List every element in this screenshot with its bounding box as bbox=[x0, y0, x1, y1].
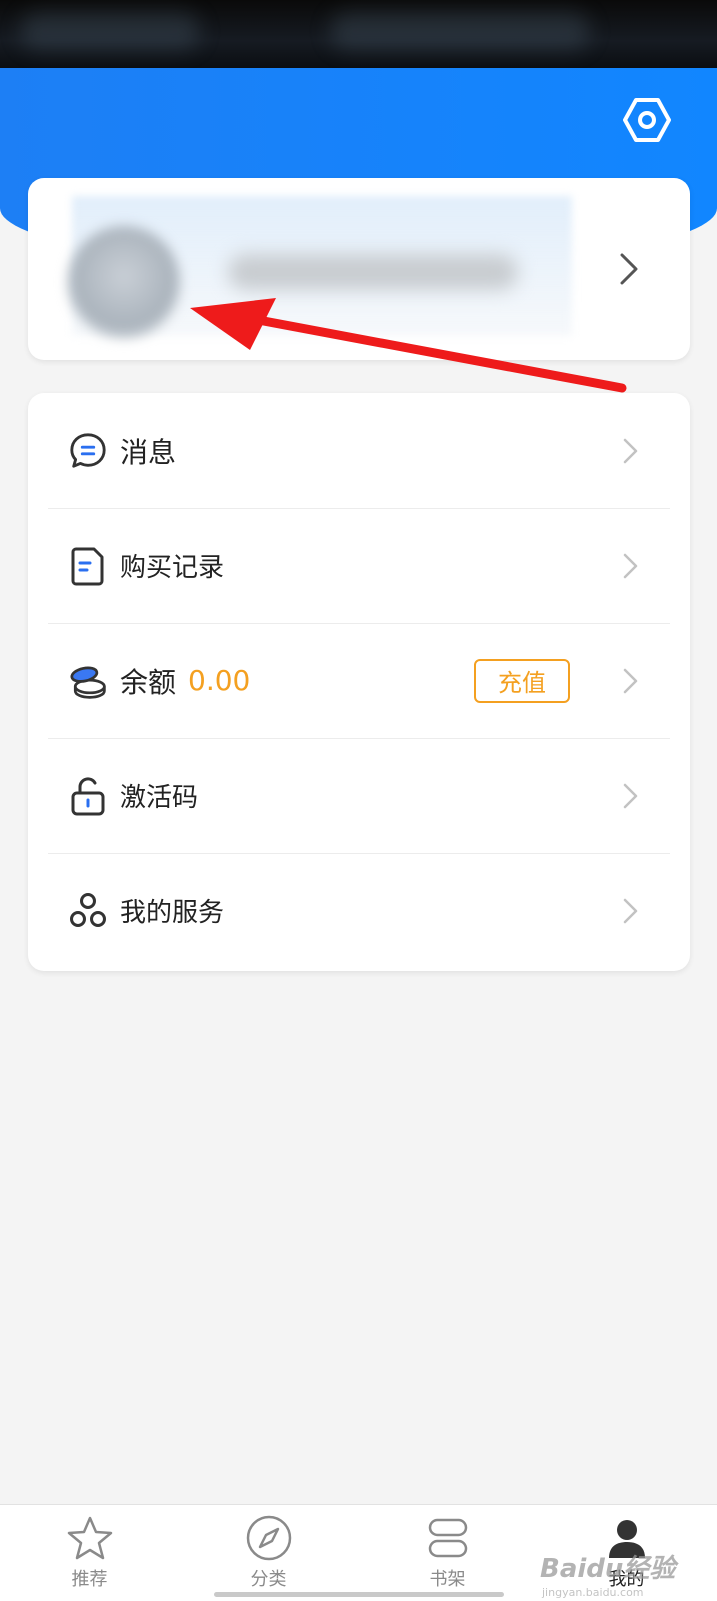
chevron-right-icon bbox=[614, 244, 644, 294]
receipt-icon bbox=[68, 546, 108, 586]
tab-mine[interactable]: 我的 bbox=[537, 1505, 716, 1601]
settings-button[interactable] bbox=[621, 94, 673, 146]
chevron-right-icon bbox=[623, 898, 638, 923]
chevron-right-icon bbox=[623, 438, 638, 463]
blurred-username bbox=[228, 254, 518, 290]
recharge-button[interactable]: 充值 bbox=[474, 658, 570, 703]
menu-item-label: 激活码 bbox=[120, 783, 199, 813]
star-icon bbox=[65, 1513, 115, 1563]
tab-bookshelf[interactable]: 书架 bbox=[358, 1505, 537, 1601]
menu-item-messages[interactable]: 消息 bbox=[48, 393, 670, 509]
menu-item-my-services[interactable]: 我的服务 bbox=[48, 853, 670, 968]
menu-item-label: 消息 bbox=[120, 435, 177, 469]
tab-recommend[interactable]: 推荐 bbox=[0, 1505, 179, 1601]
chevron-right-icon bbox=[623, 783, 638, 808]
menu-card: 消息 购买记录 余额 0.00 充值 激活码 我的服务 bbox=[28, 393, 690, 971]
menu-item-activation-code[interactable]: 激活码 bbox=[48, 738, 670, 854]
chat-bubble-icon bbox=[68, 431, 108, 471]
user-icon bbox=[602, 1513, 652, 1563]
menu-item-label: 我的服务 bbox=[120, 898, 225, 928]
coins-icon bbox=[68, 661, 108, 701]
unlock-icon bbox=[68, 776, 108, 816]
avatar bbox=[68, 226, 180, 338]
tab-label: 推荐 bbox=[71, 1569, 108, 1590]
home-indicator bbox=[214, 1592, 504, 1597]
tab-label: 书架 bbox=[429, 1569, 466, 1590]
balance-value: 0.00 bbox=[188, 664, 251, 697]
tab-label: 我的 bbox=[608, 1569, 645, 1590]
tab-label: 分类 bbox=[250, 1569, 287, 1590]
hexagon-cluster-icon bbox=[68, 891, 108, 931]
bottom-tab-bar: 推荐 分类 书架 我的 bbox=[0, 1504, 717, 1601]
menu-item-label: 购买记录 bbox=[120, 553, 225, 583]
compass-icon bbox=[244, 1513, 294, 1563]
annotation-arrow bbox=[190, 298, 627, 393]
chevron-right-icon bbox=[623, 553, 638, 578]
menu-item-label: 余额 bbox=[120, 665, 177, 699]
chevron-right-icon bbox=[623, 668, 638, 693]
tab-category[interactable]: 分类 bbox=[179, 1505, 358, 1601]
bookshelf-icon bbox=[423, 1513, 473, 1563]
menu-item-balance[interactable]: 余额 0.00 充值 bbox=[48, 623, 670, 739]
hexagon-settings-icon bbox=[623, 98, 671, 142]
menu-item-purchase-history[interactable]: 购买记录 bbox=[48, 508, 670, 624]
status-bar bbox=[0, 0, 717, 68]
